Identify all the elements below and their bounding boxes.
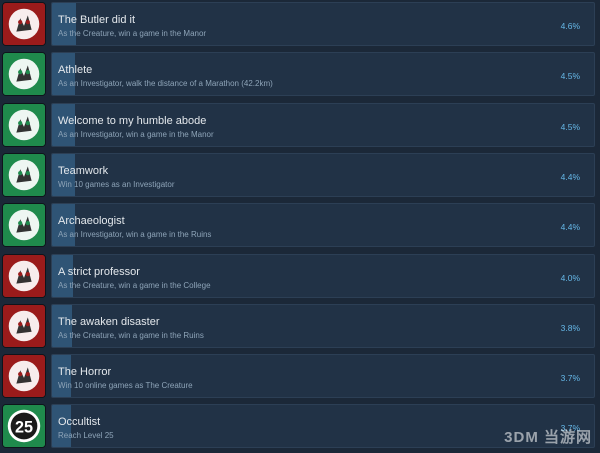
runner-icon <box>2 52 46 97</box>
progress-bar: Archaeologist As an Investigator, win a g… <box>51 203 595 248</box>
investigator-portrait-icon <box>2 152 46 197</box>
achievement-title: A strict professor <box>58 265 140 278</box>
badge-text: 25 <box>15 419 33 437</box>
progress-bar: Welcome to my humble abode As an Investig… <box>51 102 595 147</box>
unlock-percentage: 4.5% <box>560 121 580 132</box>
unlock-percentage: 3.7% <box>560 373 580 384</box>
disaster-skull-icon <box>2 303 46 348</box>
creature-claw-icon <box>2 2 46 46</box>
graduation-cap-icon <box>2 253 46 298</box>
horror-face-icon <box>2 354 46 399</box>
progress-bar: A strict professor As the Creature, win a… <box>51 253 595 298</box>
unlock-percentage: 4.5% <box>560 71 580 82</box>
investigator-claw-icon <box>2 102 46 147</box>
unlock-percentage: 4.6% <box>560 21 580 31</box>
achievement-list: The Butler did it As the Creature, win a … <box>0 0 600 453</box>
level-25-badge-icon: 25 <box>2 404 46 449</box>
achievement-title: Occultist <box>58 416 101 429</box>
unlock-percentage: 4.4% <box>560 222 580 233</box>
achievement-description: As an Investigator, win a game in the Ma… <box>58 129 214 139</box>
achievement-row[interactable]: Archaeologist As an Investigator, win a g… <box>0 201 600 248</box>
progress-bar: The Butler did it As the Creature, win a … <box>51 2 595 46</box>
achievement-title: The Butler did it <box>58 14 136 26</box>
achievement-row[interactable]: The awaken disaster As the Creature, win … <box>0 302 600 348</box>
achievement-description: Win 10 online games as The Creature <box>58 381 193 391</box>
unlock-percentage: 3.8% <box>560 322 580 333</box>
achievement-description: As an Investigator, walk the distance of… <box>58 79 273 89</box>
achievement-title: Teamwork <box>58 164 109 177</box>
progress-bar: The awaken disaster As the Creature, win … <box>51 303 595 348</box>
achievement-title: Archaeologist <box>58 215 125 228</box>
achievement-row[interactable]: The Horror Win 10 online games as The Cre… <box>0 352 600 399</box>
achievement-description: As an Investigator, win a game in the Ru… <box>58 230 212 240</box>
achievement-description: Reach Level 25 <box>58 431 114 441</box>
achievement-row[interactable]: Athlete As an Investigator, walk the dist… <box>0 50 600 97</box>
unlock-percentage: 4.0% <box>560 272 580 283</box>
achievement-description: Win 10 games as an Investigator <box>58 179 175 189</box>
achievement-row[interactable]: A strict professor As the Creature, win a… <box>0 252 600 298</box>
achievement-row[interactable]: The Butler did it As the Creature, win a … <box>0 0 600 46</box>
progress-bar: Athlete As an Investigator, walk the dist… <box>51 52 595 97</box>
unlock-percentage: 4.4% <box>560 171 580 182</box>
achievement-row[interactable]: Welcome to my humble abode As an Investig… <box>0 101 600 147</box>
achievement-title: The awaken disaster <box>58 315 160 328</box>
achievement-title: The Horror <box>58 366 112 379</box>
achievement-description: As the Creature, win a game in the Ruins <box>58 330 204 340</box>
achievement-description: As the Creature, win a game in the Manor <box>58 29 207 38</box>
achievement-row[interactable]: Teamwork Win 10 games as an Investigator 4… <box>0 151 600 197</box>
achievement-description: As the Creature, win a game in the Colle… <box>58 280 211 290</box>
progress-bar: The Horror Win 10 online games as The Cre… <box>51 354 595 399</box>
achievement-title: Welcome to my humble abode <box>58 114 207 127</box>
ruins-skull-icon <box>2 203 46 248</box>
achievement-title: Athlete <box>58 64 93 77</box>
progress-bar: Teamwork Win 10 games as an Investigator 4… <box>51 152 595 197</box>
watermark: 3DM 当游网 <box>504 429 592 446</box>
